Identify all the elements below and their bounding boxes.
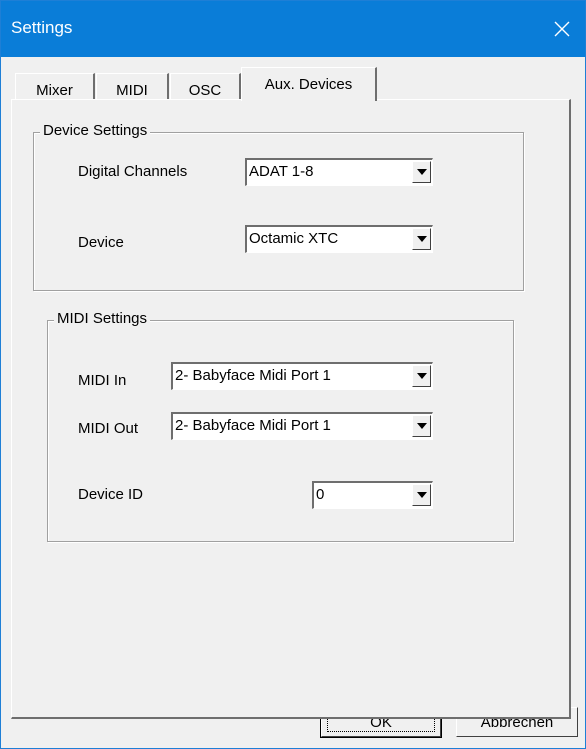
device-label: Device <box>78 234 124 251</box>
title-bar[interactable]: Settings <box>1 1 585 57</box>
midi-in-select[interactable]: 2- Babyface Midi Port 1 <box>171 362 433 390</box>
device-settings-group <box>33 132 524 291</box>
midi-out-value: 2- Babyface Midi Port 1 <box>175 417 331 434</box>
device-settings-title: Device Settings <box>40 122 151 139</box>
tab-panel: Device Settings Digital Channels ADAT 1-… <box>11 99 571 719</box>
tab-osc[interactable]: OSC <box>170 73 241 101</box>
midi-in-value: 2- Babyface Midi Port 1 <box>175 367 331 384</box>
close-button[interactable] <box>539 1 585 57</box>
midi-in-label: MIDI In <box>78 372 127 389</box>
chevron-down-icon[interactable] <box>412 415 431 437</box>
midi-out-label: MIDI Out <box>78 420 139 437</box>
tab-mixer-label: Mixer <box>36 82 73 99</box>
midi-out-select[interactable]: 2- Babyface Midi Port 1 <box>171 412 433 440</box>
chevron-down-icon[interactable] <box>412 228 431 250</box>
tab-aux-devices[interactable]: Aux. Devices <box>241 67 377 101</box>
tab-midi[interactable]: MIDI <box>96 73 169 101</box>
tab-osc-label: OSC <box>188 82 222 99</box>
device-id-value: 0 <box>316 486 325 503</box>
close-icon <box>554 21 570 37</box>
device-id-label: Device ID <box>78 486 144 503</box>
tab-aux-devices-label: Aux. Devices <box>264 76 353 93</box>
tab-mixer[interactable]: Mixer <box>15 73 95 101</box>
chevron-down-icon[interactable] <box>412 484 431 506</box>
midi-settings-title: MIDI Settings <box>54 310 151 327</box>
tab-midi-label: MIDI <box>116 82 148 99</box>
digital-channels-select[interactable]: ADAT 1-8 <box>245 158 433 186</box>
digital-channels-label: Digital Channels <box>78 163 188 180</box>
settings-dialog: Settings Mixer MIDI OSC Aux. Devices Dev… <box>0 0 586 749</box>
digital-channels-value: ADAT 1-8 <box>249 163 314 180</box>
window-title: Settings <box>11 18 73 37</box>
device-id-select[interactable]: 0 <box>312 481 433 509</box>
chevron-down-icon[interactable] <box>412 161 431 183</box>
device-select[interactable]: Octamic XTC <box>245 225 433 253</box>
device-value: Octamic XTC <box>249 230 339 247</box>
chevron-down-icon[interactable] <box>412 365 431 387</box>
